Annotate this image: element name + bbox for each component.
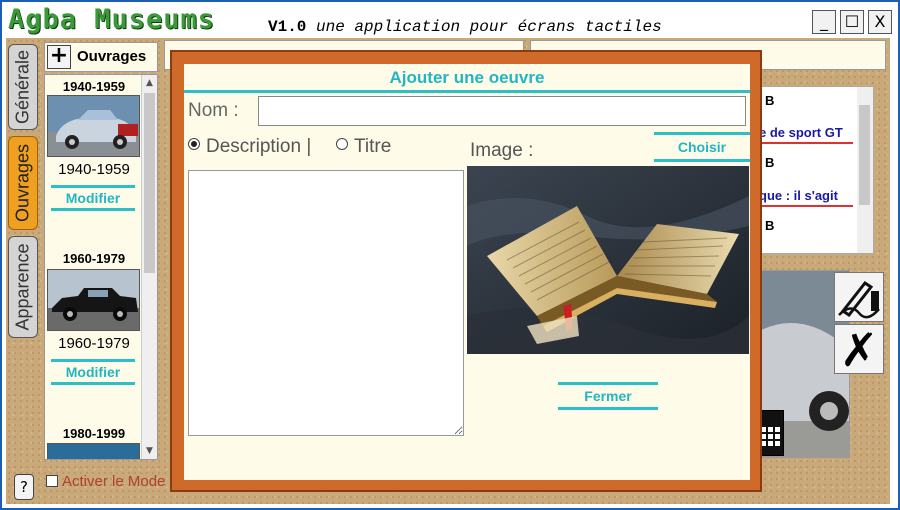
- ouvrages-header: + Ouvrages: [44, 42, 158, 72]
- background-list[interactable]: B e de sport GT B que : il s'agit B: [758, 86, 874, 254]
- car-thumbnail-1[interactable]: [47, 95, 140, 157]
- list-entry-letter: B: [765, 155, 775, 170]
- tab-apparence[interactable]: Apparence: [8, 236, 38, 338]
- tab-ouvrages-label: Ouvrages: [12, 143, 33, 223]
- radio-selected-icon[interactable]: [188, 138, 200, 150]
- list-entry-text: que : il s'agit: [759, 188, 853, 207]
- edit-signature-icon[interactable]: [834, 272, 884, 322]
- delete-icon[interactable]: ✗: [834, 324, 884, 375]
- help-button[interactable]: ?: [14, 474, 34, 500]
- car-thumbnail-3[interactable]: [47, 443, 140, 459]
- modify-button[interactable]: Modifier: [51, 359, 135, 385]
- scroll-down-icon[interactable]: ▼: [142, 443, 157, 459]
- ouvrages-scrollbar[interactable]: ▲ ▼: [141, 75, 157, 459]
- image-label: Image :: [470, 140, 534, 161]
- title-bar: Agba Museums V1.0 une application pour é…: [2, 2, 898, 38]
- background-list-scrollbar[interactable]: [857, 87, 873, 253]
- minimize-button[interactable]: _: [812, 10, 836, 34]
- list-entry-text: e de sport GT: [759, 125, 853, 144]
- list-item-header: 1980-1999: [62, 426, 126, 441]
- checkbox-icon[interactable]: [46, 475, 58, 487]
- description-radio[interactable]: Description |: [188, 136, 311, 158]
- list-entry-letter: B: [765, 93, 775, 108]
- add-ouvrage-button[interactable]: +: [47, 45, 71, 69]
- app-title: Agba Museums: [8, 4, 216, 35]
- maximize-button[interactable]: ☐: [840, 10, 864, 34]
- dialog-title: Ajouter une oeuvre: [389, 68, 545, 87]
- close-dialog-button[interactable]: Fermer: [558, 382, 658, 410]
- app-tagline: une application pour écrans tactiles: [316, 18, 662, 36]
- app-subtitle: V1.0 une application pour écrans tactile…: [268, 18, 662, 36]
- description-radio-label: Description |: [206, 136, 312, 157]
- title-divider: [184, 90, 750, 93]
- add-oeuvre-dialog: Ajouter une oeuvre Nom : Description | T…: [170, 50, 762, 492]
- book-preview-image: [467, 166, 749, 354]
- app-version: V1.0: [268, 18, 307, 36]
- tab-generale[interactable]: Générale: [8, 44, 38, 130]
- nom-input[interactable]: [258, 96, 746, 126]
- titre-radio[interactable]: Titre: [336, 136, 391, 158]
- radio-unselected-icon[interactable]: [336, 138, 348, 150]
- close-window-button[interactable]: X: [868, 10, 892, 34]
- activate-mode-checkbox[interactable]: Activer le Mode: [46, 473, 165, 490]
- titre-radio-label: Titre: [354, 136, 392, 157]
- list-item-label: 1960-1979: [58, 335, 130, 352]
- ouvrages-list[interactable]: 1940-1959 1940-1959 Modifier 1960-1979 1…: [44, 74, 158, 460]
- description-textarea[interactable]: [188, 170, 464, 436]
- dialog-body: Ajouter une oeuvre Nom : Description | T…: [184, 64, 750, 480]
- tab-apparence-label: Apparence: [12, 243, 33, 331]
- tab-generale-label: Générale: [12, 49, 33, 125]
- scroll-up-icon[interactable]: ▲: [142, 75, 157, 91]
- modify-button[interactable]: Modifier: [51, 185, 135, 211]
- nom-label: Nom :: [188, 100, 239, 121]
- list-item-header: 1960-1979: [62, 251, 126, 266]
- activate-mode-label: Activer le Mode: [62, 473, 166, 490]
- choose-image-button[interactable]: Choisir: [654, 132, 750, 162]
- tab-ouvrages[interactable]: Ouvrages: [8, 136, 38, 230]
- list-item-header: 1940-1959: [62, 79, 126, 94]
- list-item-label: 1940-1959: [58, 161, 130, 178]
- list-entry-letter: B: [765, 218, 775, 233]
- car-thumbnail-2[interactable]: [47, 269, 140, 331]
- scroll-thumb[interactable]: [144, 93, 155, 273]
- ouvrages-title: Ouvrages: [77, 48, 147, 65]
